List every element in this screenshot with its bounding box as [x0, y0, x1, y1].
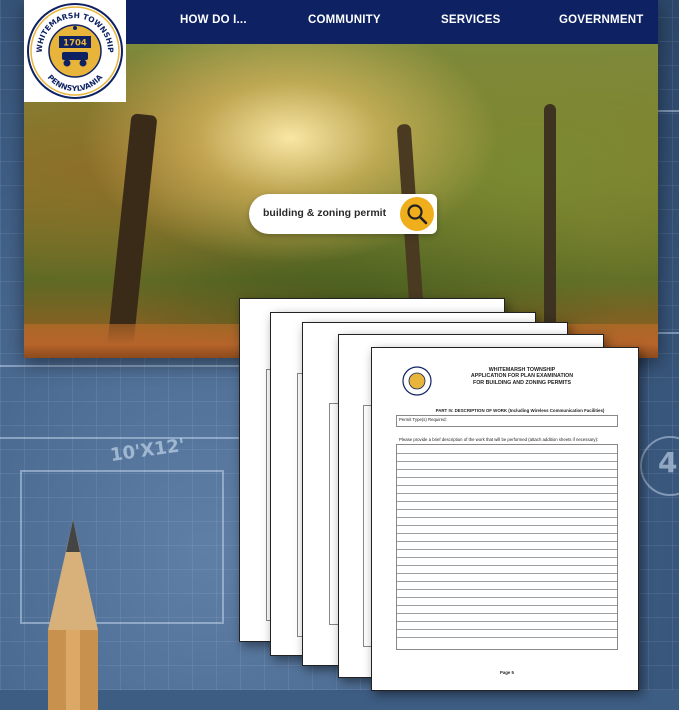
blueprint-circle-label: 4 [658, 446, 678, 479]
pencil-image [48, 520, 98, 710]
township-seal: WHITEMARSH TOWNSHIP PENNSYLVANIA 1704 [27, 3, 123, 99]
form-title-line-3: FOR BUILDING AND ZONING PERMITS [472, 379, 572, 386]
seal-year: 1704 [63, 39, 87, 49]
form-part-heading: PART IV. DESCRIPTION OF WORK (Including … [435, 408, 605, 413]
description-lined-box [396, 444, 618, 650]
page-number: Page 5 [500, 670, 514, 675]
nav-community[interactable]: COMMUNITY [308, 14, 381, 26]
star-icon [73, 26, 77, 30]
search-input[interactable]: building & zoning permit [263, 207, 386, 219]
permit-types-label: Permit Type(s) Required: [399, 417, 447, 422]
nav-government[interactable]: GOVERNMENT [559, 14, 643, 26]
blueprint-wall [0, 365, 244, 439]
township-seal-logo[interactable]: WHITEMARSH TOWNSHIP PENNSYLVANIA 1704 [24, 0, 126, 102]
form-title: WHITEMARSH TOWNSHIP APPLICATION FOR PLAN… [442, 367, 602, 386]
tree-trunk [106, 113, 158, 355]
form-page-front: WHITEMARSH TOWNSHIP APPLICATION FOR PLAN… [371, 347, 639, 691]
tree-trunk [544, 104, 556, 334]
nav-services[interactable]: SERVICES [441, 14, 501, 26]
search-icon [407, 204, 428, 225]
form-seal-logo [402, 366, 432, 396]
cannon-icon [62, 52, 88, 60]
search-button[interactable] [400, 197, 434, 231]
description-instruction: Please provide a brief description of th… [399, 437, 599, 442]
nav-how-do-i[interactable]: HOW DO I... [180, 14, 247, 26]
